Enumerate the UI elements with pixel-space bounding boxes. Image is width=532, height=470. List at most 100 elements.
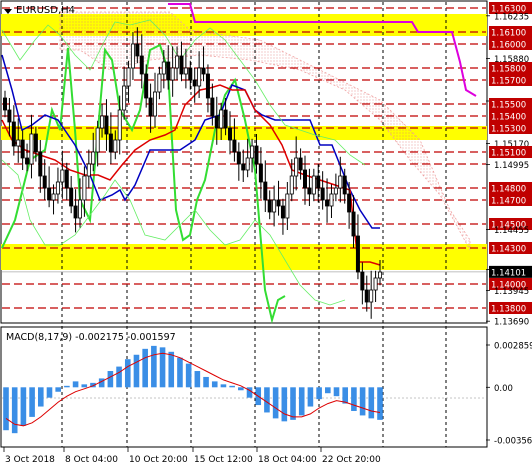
- candle-body[interactable]: [117, 109, 122, 141]
- candle-body[interactable]: [232, 139, 237, 153]
- candle-body[interactable]: [227, 127, 232, 141]
- candle-body[interactable]: [175, 55, 180, 69]
- candle-body[interactable]: [148, 97, 153, 117]
- candle-body[interactable]: [161, 61, 166, 75]
- candle-body[interactable]: [267, 199, 272, 213]
- candle-body[interactable]: [82, 175, 87, 201]
- candle-body[interactable]: [205, 73, 210, 99]
- price-tag-label: 1.13800: [491, 305, 526, 315]
- candle-body[interactable]: [338, 175, 343, 189]
- candle-body[interactable]: [289, 175, 294, 195]
- candle-body[interactable]: [347, 193, 352, 213]
- macd-bar: [116, 366, 122, 388]
- price-axis-label: 1.13945: [494, 287, 529, 297]
- candle-body[interactable]: [192, 79, 197, 87]
- candle-body[interactable]: [29, 133, 34, 165]
- macd-bar: [325, 387, 331, 394]
- candle-body[interactable]: [144, 73, 149, 99]
- candle-body[interactable]: [250, 145, 255, 159]
- candle-body[interactable]: [95, 127, 100, 153]
- candle-body[interactable]: [329, 193, 334, 207]
- candle-body[interactable]: [126, 67, 131, 87]
- candle-body[interactable]: [47, 187, 52, 201]
- price-tag-label: 1.16000: [491, 41, 526, 51]
- candle-body[interactable]: [25, 157, 30, 165]
- candle-body[interactable]: [179, 55, 184, 75]
- candle-body[interactable]: [245, 157, 250, 171]
- candle-body[interactable]: [351, 211, 356, 237]
- candle-body[interactable]: [369, 289, 374, 303]
- candle-body[interactable]: [210, 97, 215, 117]
- candle-body[interactable]: [236, 151, 241, 165]
- candle-body[interactable]: [11, 121, 16, 147]
- time-axis-label: 15 Oct 12:00: [194, 455, 253, 465]
- candle-body[interactable]: [285, 193, 290, 219]
- candle-body[interactable]: [377, 271, 382, 279]
- candle-body[interactable]: [316, 175, 321, 189]
- candle-body[interactable]: [7, 109, 12, 123]
- candle-body[interactable]: [320, 187, 325, 201]
- candle-body[interactable]: [223, 109, 228, 129]
- chart-window: EURUSD,H4 MACD(8,17,9) -0.002175 -0.0015…: [0, 0, 532, 470]
- candle-body[interactable]: [55, 181, 60, 195]
- candle-body[interactable]: [135, 43, 140, 57]
- candle-body[interactable]: [166, 61, 171, 81]
- candle-body[interactable]: [188, 67, 193, 81]
- candle-body[interactable]: [104, 115, 109, 135]
- candle-body[interactable]: [241, 163, 246, 171]
- time-axis-label: 18 Oct 04:00: [258, 455, 317, 465]
- candle-body[interactable]: [51, 193, 56, 201]
- candle-body[interactable]: [100, 115, 105, 129]
- candle-body[interactable]: [298, 157, 303, 171]
- candle-body[interactable]: [280, 205, 285, 219]
- candle-body[interactable]: [214, 115, 219, 129]
- candle-body[interactable]: [325, 199, 330, 207]
- candle-body[interactable]: [342, 175, 347, 195]
- candle-body[interactable]: [201, 67, 206, 75]
- candle-body[interactable]: [78, 199, 83, 219]
- candle-body[interactable]: [113, 139, 118, 153]
- candle-body[interactable]: [258, 163, 263, 183]
- candle-body[interactable]: [364, 289, 369, 303]
- candle-body[interactable]: [16, 139, 21, 147]
- candle-body[interactable]: [91, 151, 96, 165]
- macd-bar: [342, 387, 349, 404]
- candle-body[interactable]: [122, 85, 127, 111]
- candle-body[interactable]: [69, 187, 74, 207]
- price-tag-label: 1.16100: [491, 29, 526, 39]
- candle-body[interactable]: [219, 109, 224, 129]
- candle-body[interactable]: [197, 67, 202, 87]
- macd-bar: [124, 359, 131, 388]
- candle-body[interactable]: [157, 73, 162, 93]
- candle-body[interactable]: [254, 145, 259, 165]
- candle-body[interactable]: [86, 163, 91, 177]
- candle-body[interactable]: [307, 187, 312, 195]
- candle-body[interactable]: [276, 199, 281, 207]
- candle-body[interactable]: [333, 187, 338, 195]
- candle-body[interactable]: [33, 133, 38, 153]
- candle-body[interactable]: [60, 169, 65, 183]
- candle-body[interactable]: [302, 169, 307, 189]
- candle-body[interactable]: [360, 271, 365, 291]
- macd-bar: [142, 348, 148, 388]
- candle-body[interactable]: [108, 133, 113, 153]
- candle-body[interactable]: [294, 157, 299, 177]
- candle-body[interactable]: [272, 199, 277, 213]
- candle-body[interactable]: [311, 175, 316, 195]
- candle-body[interactable]: [139, 55, 144, 75]
- candle-body[interactable]: [73, 205, 78, 219]
- candle-body[interactable]: [64, 169, 69, 189]
- candle-body[interactable]: [3, 97, 8, 111]
- candle-body[interactable]: [373, 277, 378, 291]
- candle-body[interactable]: [183, 67, 188, 75]
- candle-body[interactable]: [42, 175, 47, 189]
- price-tag-label: 1.15400: [491, 113, 526, 123]
- candle-body[interactable]: [152, 91, 157, 117]
- candle-body[interactable]: [170, 67, 175, 81]
- candle-body[interactable]: [20, 139, 25, 159]
- candle-body[interactable]: [130, 43, 135, 69]
- candle-body[interactable]: [355, 235, 360, 273]
- macd-bar: [81, 384, 88, 388]
- candle-body[interactable]: [263, 181, 268, 201]
- candle-body[interactable]: [38, 151, 43, 177]
